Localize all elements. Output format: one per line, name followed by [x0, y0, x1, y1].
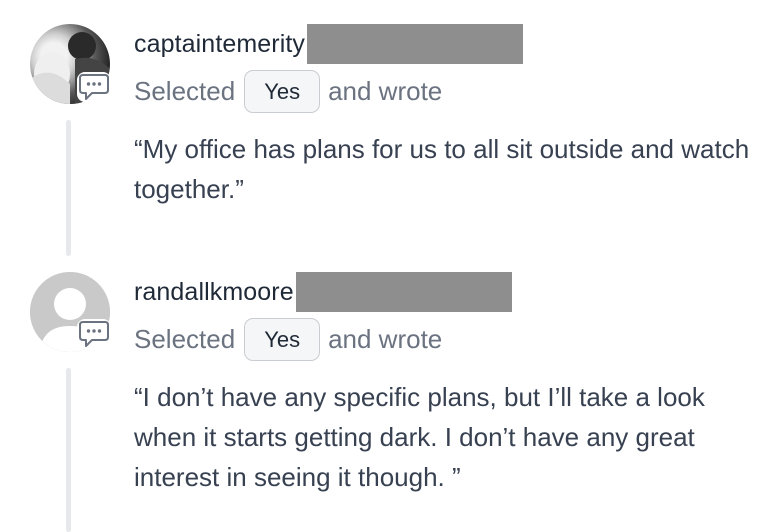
comment-badge [77, 72, 111, 102]
comment-bubble-icon [79, 321, 109, 347]
username[interactable]: randallkmoore [134, 278, 294, 307]
thread-line-2 [66, 368, 71, 532]
comment-text: “I don’t have any specific plans, but I’… [134, 382, 705, 492]
selected-label: Selected [134, 76, 236, 106]
choice-badge: Yes [244, 70, 321, 113]
wrote-label: and wrote [328, 324, 443, 354]
selected-label: Selected [134, 324, 236, 354]
redaction-block [295, 272, 512, 312]
choice-badge: Yes [244, 318, 321, 361]
comment-bubble-icon [79, 74, 109, 100]
comment-text: “My office has plans for us to all sit o… [134, 134, 750, 204]
wrote-label: and wrote [328, 76, 443, 106]
redaction-block [307, 24, 524, 64]
username[interactable]: captaintemerity [134, 30, 305, 59]
comment-badge [77, 319, 111, 349]
thread-line-1 [66, 120, 71, 256]
